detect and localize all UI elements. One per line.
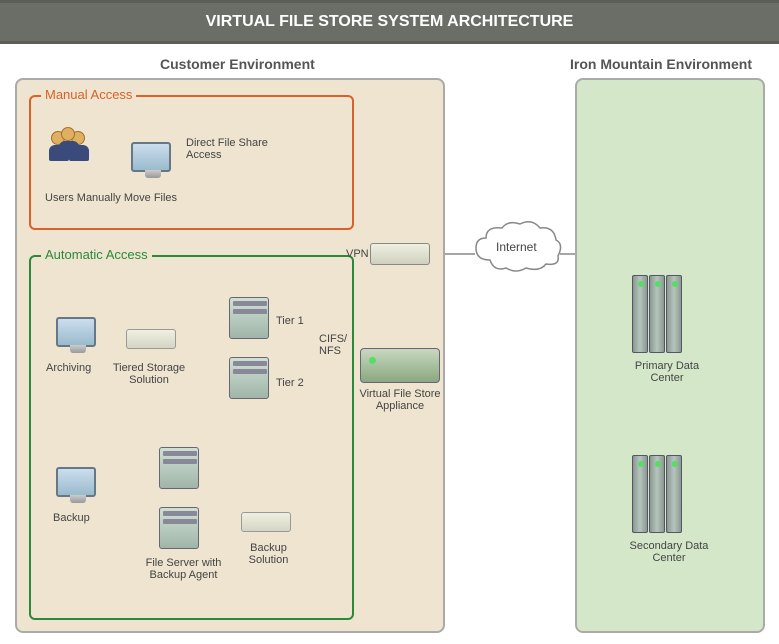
automatic-access-box: Automatic Access Archiving Tiered Storag… — [29, 255, 354, 620]
monitor-icon — [131, 142, 171, 172]
iron-section-title: Iron Mountain Environment — [570, 56, 752, 72]
backup-solution-icon — [241, 512, 291, 532]
tier1-server-icon — [229, 297, 269, 339]
internet-label: Internet — [496, 240, 537, 254]
vfs-appliance-icon — [360, 348, 440, 383]
customer-section-title: Customer Environment — [160, 56, 315, 72]
fileserver1-icon — [159, 447, 199, 489]
tier2-server-icon — [229, 357, 269, 399]
primary-dc-label: Primary Data Center — [627, 360, 707, 384]
diagram-canvas: Customer Environment Iron Mountain Envir… — [0, 48, 779, 638]
manual-access-box: Manual Access Users Manually Move Files … — [29, 95, 354, 230]
tier1-label: Tier 1 — [276, 315, 304, 327]
internet-cloud-icon: Internet — [470, 218, 565, 278]
vpn-label: VPN — [346, 248, 369, 260]
archiving-label: Archiving — [46, 362, 91, 374]
tier2-label: Tier 2 — [276, 377, 304, 389]
backup-label: Backup — [53, 512, 90, 524]
appliance-label: Virtual File Store Appliance — [355, 388, 445, 412]
users-label: Users Manually Move Files — [45, 192, 177, 204]
automatic-access-title: Automatic Access — [41, 247, 152, 262]
backup-solution-label: Backup Solution — [241, 542, 296, 566]
page-title: VIRTUAL FILE STORE SYSTEM ARCHITECTURE — [0, 0, 779, 44]
vpn-device-icon — [370, 243, 430, 265]
fileserver2-icon — [159, 507, 199, 549]
backup-monitor-icon — [56, 467, 96, 497]
manual-access-title: Manual Access — [41, 87, 136, 102]
tiered-label: Tiered Storage Solution — [109, 362, 189, 386]
secondary-dc-rack-icon — [632, 455, 687, 535]
secondary-dc-label: Secondary Data Center — [624, 540, 714, 564]
direct-share-label: Direct File Share Access — [186, 137, 286, 161]
primary-dc-rack-icon — [632, 275, 687, 355]
iron-mountain-box: Primary Data Center Secondary Data Cente… — [575, 78, 765, 633]
cifs-nfs-label: CIFS/ NFS — [319, 333, 355, 357]
fileserver-label: File Server with Backup Agent — [136, 557, 231, 581]
users-icon — [51, 127, 96, 172]
tiered-storage-icon — [126, 329, 176, 349]
archiving-monitor-icon — [56, 317, 96, 347]
